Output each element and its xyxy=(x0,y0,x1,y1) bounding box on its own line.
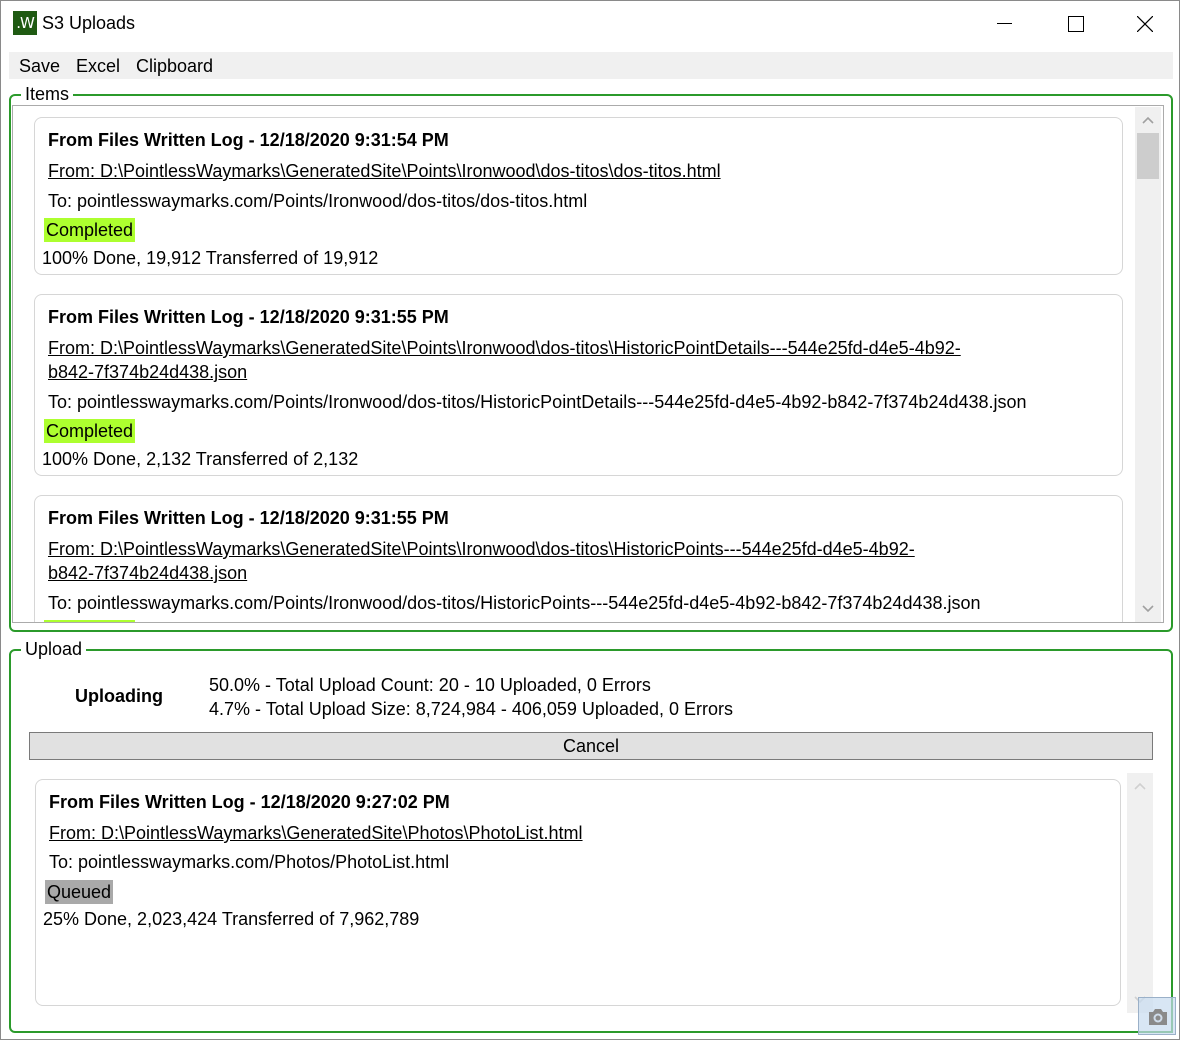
item-from-link[interactable]: From: D:\PointlessWaymarks\GeneratedSite… xyxy=(48,159,1048,183)
menu-clipboard[interactable]: Clipboard xyxy=(136,56,213,77)
item-title: From Files Written Log - 12/18/2020 9:31… xyxy=(48,130,449,150)
status-badge: Completed xyxy=(44,419,136,443)
item-to: To: pointlesswaymarks.com/Points/Ironwoo… xyxy=(48,593,981,613)
close-button[interactable] xyxy=(1109,1,1179,47)
items-list[interactable]: From Files Written Log - 12/18/2020 9:31… xyxy=(12,105,1164,623)
queued-item-card[interactable]: From Files Written Log - 12/18/2020 9:27… xyxy=(35,779,1121,1006)
item-to: To: pointlesswaymarks.com/Points/Ironwoo… xyxy=(48,191,588,211)
scroll-up-button[interactable] xyxy=(1127,775,1153,797)
minimize-button[interactable] xyxy=(969,1,1039,47)
chevron-up-icon xyxy=(1142,116,1154,124)
item-title: From Files Written Log - 12/18/2020 9:31… xyxy=(48,307,449,327)
upload-item-card[interactable]: From Files Written Log - 12/18/2020 9:31… xyxy=(34,495,1123,622)
item-to: To: pointlesswaymarks.com/Points/Ironwoo… xyxy=(48,392,1027,412)
scroll-thumb[interactable] xyxy=(1137,133,1159,179)
title-bar: .W S3 Uploads xyxy=(1,1,1179,47)
window-title: S3 Uploads xyxy=(42,13,136,33)
upload-item-card[interactable]: From Files Written Log - 12/18/2020 9:31… xyxy=(34,294,1123,476)
screenshot-button[interactable] xyxy=(1138,997,1176,1035)
item-title: From Files Written Log - 12/18/2020 9:31… xyxy=(48,508,449,528)
items-group-legend: Items xyxy=(21,83,74,105)
upload-size-summary: 4.7% - Total Upload Size: 8,724,984 - 40… xyxy=(209,699,733,719)
menu-save[interactable]: Save xyxy=(19,56,60,77)
maximize-button[interactable] xyxy=(1039,1,1109,47)
chevron-down-icon xyxy=(1142,605,1154,613)
scroll-down-button[interactable] xyxy=(1135,598,1161,620)
item-to: To: pointlesswaymarks.com/Photos/PhotoLi… xyxy=(49,852,450,872)
menu-bar: Save Excel Clipboard xyxy=(9,52,1173,79)
item-from-link[interactable]: From: D:\PointlessWaymarks\GeneratedSite… xyxy=(48,336,1048,384)
items-scrollbar[interactable] xyxy=(1135,107,1161,622)
close-icon xyxy=(1137,16,1153,32)
item-from-link[interactable]: From: D:\PointlessWaymarks\GeneratedSite… xyxy=(49,821,1049,845)
item-progress: 100% Done, 19,912 Transferred of 19,912 xyxy=(42,248,379,268)
upload-group-legend: Upload xyxy=(21,638,87,660)
item-title: From Files Written Log - 12/18/2020 9:27… xyxy=(49,792,450,812)
item-progress: 100% Done, 2,132 Transferred of 2,132 xyxy=(42,449,359,469)
camera-icon xyxy=(1149,1009,1167,1025)
item-from-link[interactable]: From: D:\PointlessWaymarks\GeneratedSite… xyxy=(48,537,1048,585)
upload-count-summary: 50.0% - Total Upload Count: 20 - 10 Uplo… xyxy=(209,675,651,695)
menu-excel[interactable]: Excel xyxy=(76,56,120,77)
item-progress: 25% Done, 2,023,424 Transferred of 7,962… xyxy=(43,909,420,929)
status-badge: Queued xyxy=(45,880,114,904)
app-logo-icon: .W xyxy=(13,11,37,35)
queue-scrollbar[interactable] xyxy=(1127,773,1153,1013)
cancel-button[interactable]: Cancel xyxy=(29,732,1153,760)
status-badge: Completed xyxy=(44,218,136,242)
upload-queue-list[interactable]: From Files Written Log - 12/18/2020 9:27… xyxy=(25,772,1153,1012)
upload-item-card[interactable]: From Files Written Log - 12/18/2020 9:31… xyxy=(34,117,1123,275)
s3-uploads-window: .W S3 Uploads Save Excel Clipboard Items… xyxy=(0,0,1180,1040)
chevron-up-icon xyxy=(1134,782,1146,790)
scroll-up-button[interactable] xyxy=(1135,109,1161,131)
upload-state: Uploading xyxy=(75,686,163,706)
status-badge: Completed xyxy=(44,620,136,622)
